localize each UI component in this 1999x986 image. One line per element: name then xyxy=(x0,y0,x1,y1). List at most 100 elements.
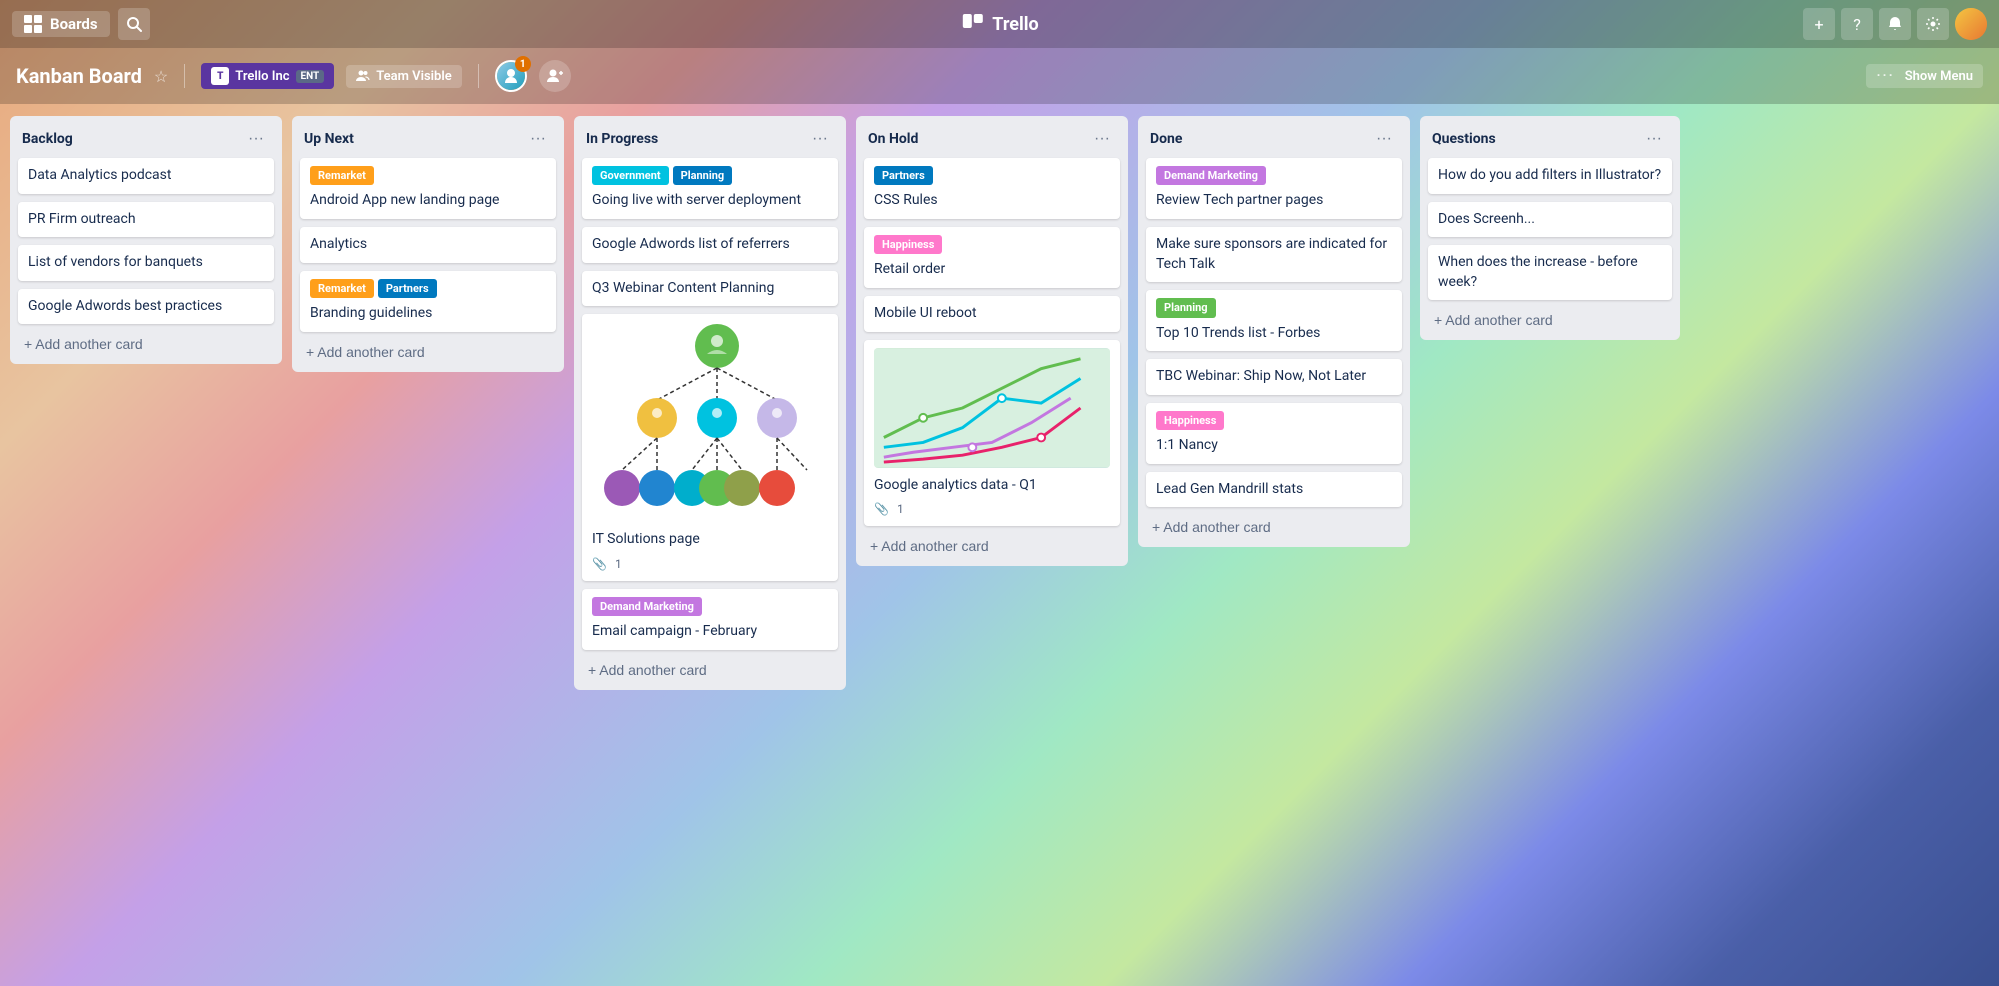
board-header-right: ··· Show Menu xyxy=(1866,64,1983,88)
paperclip-icon: 📎 xyxy=(592,556,607,573)
trello-logo-text: Trello xyxy=(992,14,1038,35)
card-lead-gen[interactable]: Lead Gen Mandrill stats xyxy=(1146,472,1402,508)
card-tbc-webinar[interactable]: TBC Webinar: Ship Now, Not Later xyxy=(1146,359,1402,395)
card-it-solutions[interactable]: IT Solutions page 📎 1 xyxy=(582,314,838,580)
card-server-deployment[interactable]: Government Planning Going live with serv… xyxy=(582,158,838,219)
card-css-rules[interactable]: Partners CSS Rules xyxy=(864,158,1120,219)
card-google-adwords-best[interactable]: Google Adwords best practices xyxy=(18,289,274,325)
card-labels-review: Demand Marketing xyxy=(1156,166,1392,185)
card-top10-trends[interactable]: Planning Top 10 Trends list - Forbes xyxy=(1146,290,1402,351)
column-menu-up-next[interactable]: ··· xyxy=(524,128,552,150)
column-menu-in-progress[interactable]: ··· xyxy=(806,128,834,150)
card-labels-branding: Remarket Partners xyxy=(310,279,546,298)
card-nancy[interactable]: Happiness 1:1 Nancy xyxy=(1146,403,1402,464)
card-pr-firm[interactable]: PR Firm outreach xyxy=(18,202,274,238)
add-person-icon xyxy=(547,68,563,84)
column-menu-done[interactable]: ··· xyxy=(1370,128,1398,150)
column-menu-questions[interactable]: ··· xyxy=(1640,128,1668,150)
add-button[interactable]: + xyxy=(1803,8,1835,40)
column-title-done: Done xyxy=(1150,131,1182,147)
column-done: Done ··· Demand Marketing Review Tech pa… xyxy=(1138,116,1410,547)
org-chart-svg xyxy=(592,322,842,522)
card-q3-webinar[interactable]: Q3 Webinar Content Planning xyxy=(582,271,838,307)
column-header-questions: Questions ··· xyxy=(1428,124,1672,158)
card-review-tech[interactable]: Demand Marketing Review Tech partner pag… xyxy=(1146,158,1402,219)
columns-area: Backlog ··· Data Analytics podcast PR Fi… xyxy=(0,104,1999,986)
team-icon xyxy=(356,69,370,83)
column-menu-backlog[interactable]: ··· xyxy=(242,128,270,150)
label-happiness: Happiness xyxy=(874,235,942,254)
card-labels-css: Partners xyxy=(874,166,1110,185)
card-labels-nancy: Happiness xyxy=(1156,411,1392,430)
avatar-person-icon xyxy=(503,68,519,84)
boards-button[interactable]: Boards xyxy=(12,11,110,37)
bell-icon xyxy=(1887,16,1903,32)
label-demand-marketing2: Demand Marketing xyxy=(1156,166,1266,185)
label-demand-marketing: Demand Marketing xyxy=(592,597,702,616)
card-labels-email: Demand Marketing xyxy=(592,597,828,616)
add-card-questions[interactable]: + Add another card xyxy=(1428,308,1672,332)
visibility-label: Team Visible xyxy=(376,69,451,84)
help-button[interactable]: ? xyxy=(1841,8,1873,40)
card-google-adwords-referrers[interactable]: Google Adwords list of referrers xyxy=(582,227,838,263)
label-planning2: Planning xyxy=(1156,298,1216,317)
settings-button[interactable] xyxy=(1917,8,1949,40)
card-data-analytics[interactable]: Data Analytics podcast xyxy=(18,158,274,194)
column-questions: Questions ··· How do you add filters in … xyxy=(1420,116,1680,340)
column-menu-on-hold[interactable]: ··· xyxy=(1088,128,1116,150)
paperclip-icon2: 📎 xyxy=(874,501,889,518)
user-avatar[interactable] xyxy=(1955,8,1987,40)
card-list-vendors[interactable]: List of vendors for banquets xyxy=(18,245,274,281)
label-partners: Partners xyxy=(378,279,437,298)
boards-label: Boards xyxy=(50,15,98,33)
search-button[interactable] xyxy=(118,8,150,40)
card-android-app[interactable]: Remarket Android App new landing page xyxy=(300,158,556,219)
board-header: Kanban Board ☆ T Trello Inc ENT Team Vis… xyxy=(0,48,1999,104)
card-branding[interactable]: Remarket Partners Branding guidelines xyxy=(300,271,556,332)
card-when-increase[interactable]: When does the increase - before week? xyxy=(1428,245,1672,300)
column-title-up-next: Up Next xyxy=(304,131,354,147)
card-labels-server: Government Planning xyxy=(592,166,828,185)
nav-right: + ? xyxy=(1803,8,1987,40)
card-meta-it: 📎 1 xyxy=(592,556,828,573)
star-icon[interactable]: ☆ xyxy=(154,67,168,86)
ent-badge: ENT xyxy=(296,70,325,83)
add-card-done[interactable]: + Add another card xyxy=(1146,515,1402,539)
card-retail-order[interactable]: Happiness Retail order xyxy=(864,227,1120,288)
add-card-on-hold[interactable]: + Add another card xyxy=(864,534,1120,558)
card-analytics[interactable]: Analytics xyxy=(300,227,556,263)
workspace-icon: T xyxy=(211,67,229,85)
top-nav: Boards Trello + ? xyxy=(0,0,1999,48)
column-header-in-progress: In Progress ··· xyxy=(582,124,838,158)
add-member-button[interactable] xyxy=(539,60,571,92)
column-header-on-hold: On Hold ··· xyxy=(864,124,1120,158)
visibility-button[interactable]: Team Visible xyxy=(346,65,461,88)
column-title-in-progress: In Progress xyxy=(586,131,658,147)
column-backlog: Backlog ··· Data Analytics podcast PR Fi… xyxy=(10,116,282,364)
card-does-screenh[interactable]: Does Screenh... xyxy=(1428,202,1672,238)
card-email-campaign[interactable]: Demand Marketing Email campaign - Februa… xyxy=(582,589,838,650)
member-avatar-container[interactable]: 1 xyxy=(495,60,527,92)
show-menu-button[interactable]: ··· Show Menu xyxy=(1866,64,1983,88)
card-how-filters[interactable]: How do you add filters in Illustrator? xyxy=(1428,158,1672,194)
search-icon xyxy=(126,16,142,32)
header-divider2 xyxy=(478,64,479,88)
boards-icon xyxy=(24,15,42,33)
board-title: Kanban Board xyxy=(16,64,142,88)
add-card-in-progress[interactable]: + Add another card xyxy=(582,658,838,682)
card-labels-retail: Happiness xyxy=(874,235,1110,254)
label-remarket: Remarket xyxy=(310,166,374,185)
column-title-on-hold: On Hold xyxy=(868,131,918,147)
card-mobile-ui[interactable]: Mobile UI reboot xyxy=(864,296,1120,332)
add-card-backlog[interactable]: + Add another card xyxy=(18,332,274,356)
member-count-badge: 1 xyxy=(515,56,531,72)
add-card-up-next[interactable]: + Add another card xyxy=(300,340,556,364)
chart-svg xyxy=(874,348,1110,468)
label-remarket2: Remarket xyxy=(310,279,374,298)
card-google-analytics[interactable]: Google analytics data - Q1 📎 1 xyxy=(864,340,1120,526)
workspace-badge[interactable]: T Trello Inc ENT xyxy=(201,63,334,89)
card-sponsors[interactable]: Make sure sponsors are indicated for Tec… xyxy=(1146,227,1402,282)
column-title-questions: Questions xyxy=(1432,131,1496,147)
card-meta-analytics: 📎 1 xyxy=(874,501,1110,518)
notifications-button[interactable] xyxy=(1879,8,1911,40)
